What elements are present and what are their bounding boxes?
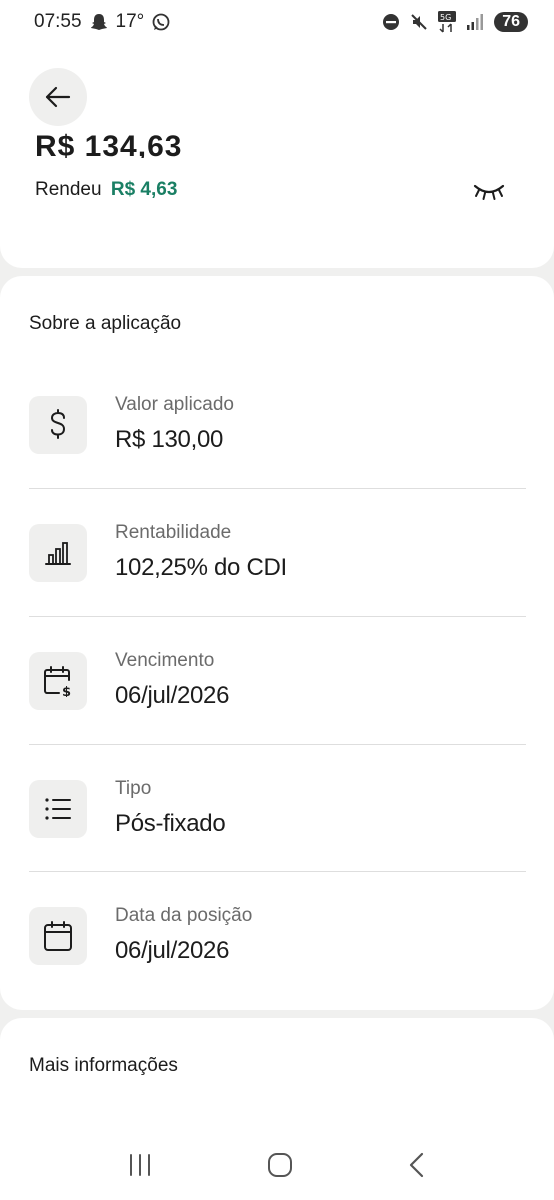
home-icon[interactable] <box>267 1152 293 1178</box>
earnings-label: Rendeu <box>35 179 102 200</box>
row-label: Valor aplicado <box>115 394 235 415</box>
bar-chart-icon <box>29 524 87 582</box>
system-nav-bar <box>0 1130 554 1200</box>
eye-closed-icon <box>473 184 505 200</box>
row-label: Rentabilidade <box>115 522 232 543</box>
status-bar: 07:55 17° 5G 76 <box>0 0 554 44</box>
arrow-left-icon <box>45 86 71 108</box>
battery-icon: 76 <box>494 12 528 32</box>
row-value: Pós-fixado <box>115 810 226 837</box>
back-button[interactable] <box>29 68 87 126</box>
calendar-icon <box>29 907 87 965</box>
invested-total-value: R$ 134,63 <box>35 130 183 158</box>
svg-text:$: $ <box>62 685 71 697</box>
mute-icon <box>411 14 427 30</box>
row-label: Data da posição <box>115 905 253 926</box>
info-row-vencimento: $ Vencimento 06/jul/2026 <box>0 650 554 780</box>
section-title-more: Mais informações <box>29 1055 178 1076</box>
list-icon <box>29 780 87 838</box>
row-value: 06/jul/2026 <box>115 937 230 964</box>
dollar-icon <box>29 396 87 454</box>
snapchat-icon <box>90 14 107 30</box>
earnings-amount: R$ 4,63 <box>110 179 178 200</box>
recent-apps-icon[interactable] <box>127 1153 153 1177</box>
earnings-text: Rendeu R$ 4,63 <box>35 179 177 201</box>
signal-icon <box>467 14 484 30</box>
status-temperature: 17° <box>115 11 145 32</box>
back-nav-icon[interactable] <box>407 1152 427 1178</box>
network-label: 5G <box>440 13 451 22</box>
status-time: 07:55 <box>34 11 82 32</box>
info-row-rentabilidade: Rentabilidade 102,25% do CDI <box>0 522 554 652</box>
hide-values-button[interactable] <box>470 180 508 204</box>
divider <box>29 488 526 489</box>
divider <box>29 616 526 617</box>
info-row-valor-aplicado: Valor aplicado R$ 130,00 <box>0 394 554 524</box>
row-value: 102,25% do CDI <box>115 554 287 581</box>
section-title-about: Sobre a aplicação <box>29 313 182 334</box>
network-icon: 5G <box>438 11 457 33</box>
info-row-tipo: Tipo Pós-fixado <box>0 778 554 908</box>
row-label: Tipo <box>115 778 152 799</box>
divider <box>29 744 526 745</box>
divider <box>29 871 526 872</box>
row-value: 06/jul/2026 <box>115 682 230 709</box>
calendar-dollar-icon: $ <box>29 652 87 710</box>
whatsapp-icon <box>152 13 170 31</box>
row-label: Vencimento <box>115 650 215 671</box>
dnd-icon <box>383 14 400 30</box>
info-row-data-posicao: Data da posição 06/jul/2026 <box>0 905 554 1035</box>
row-value: R$ 130,00 <box>115 426 224 453</box>
about-card: Sobre a aplicação Valor aplicado R$ 130,… <box>0 276 554 1010</box>
